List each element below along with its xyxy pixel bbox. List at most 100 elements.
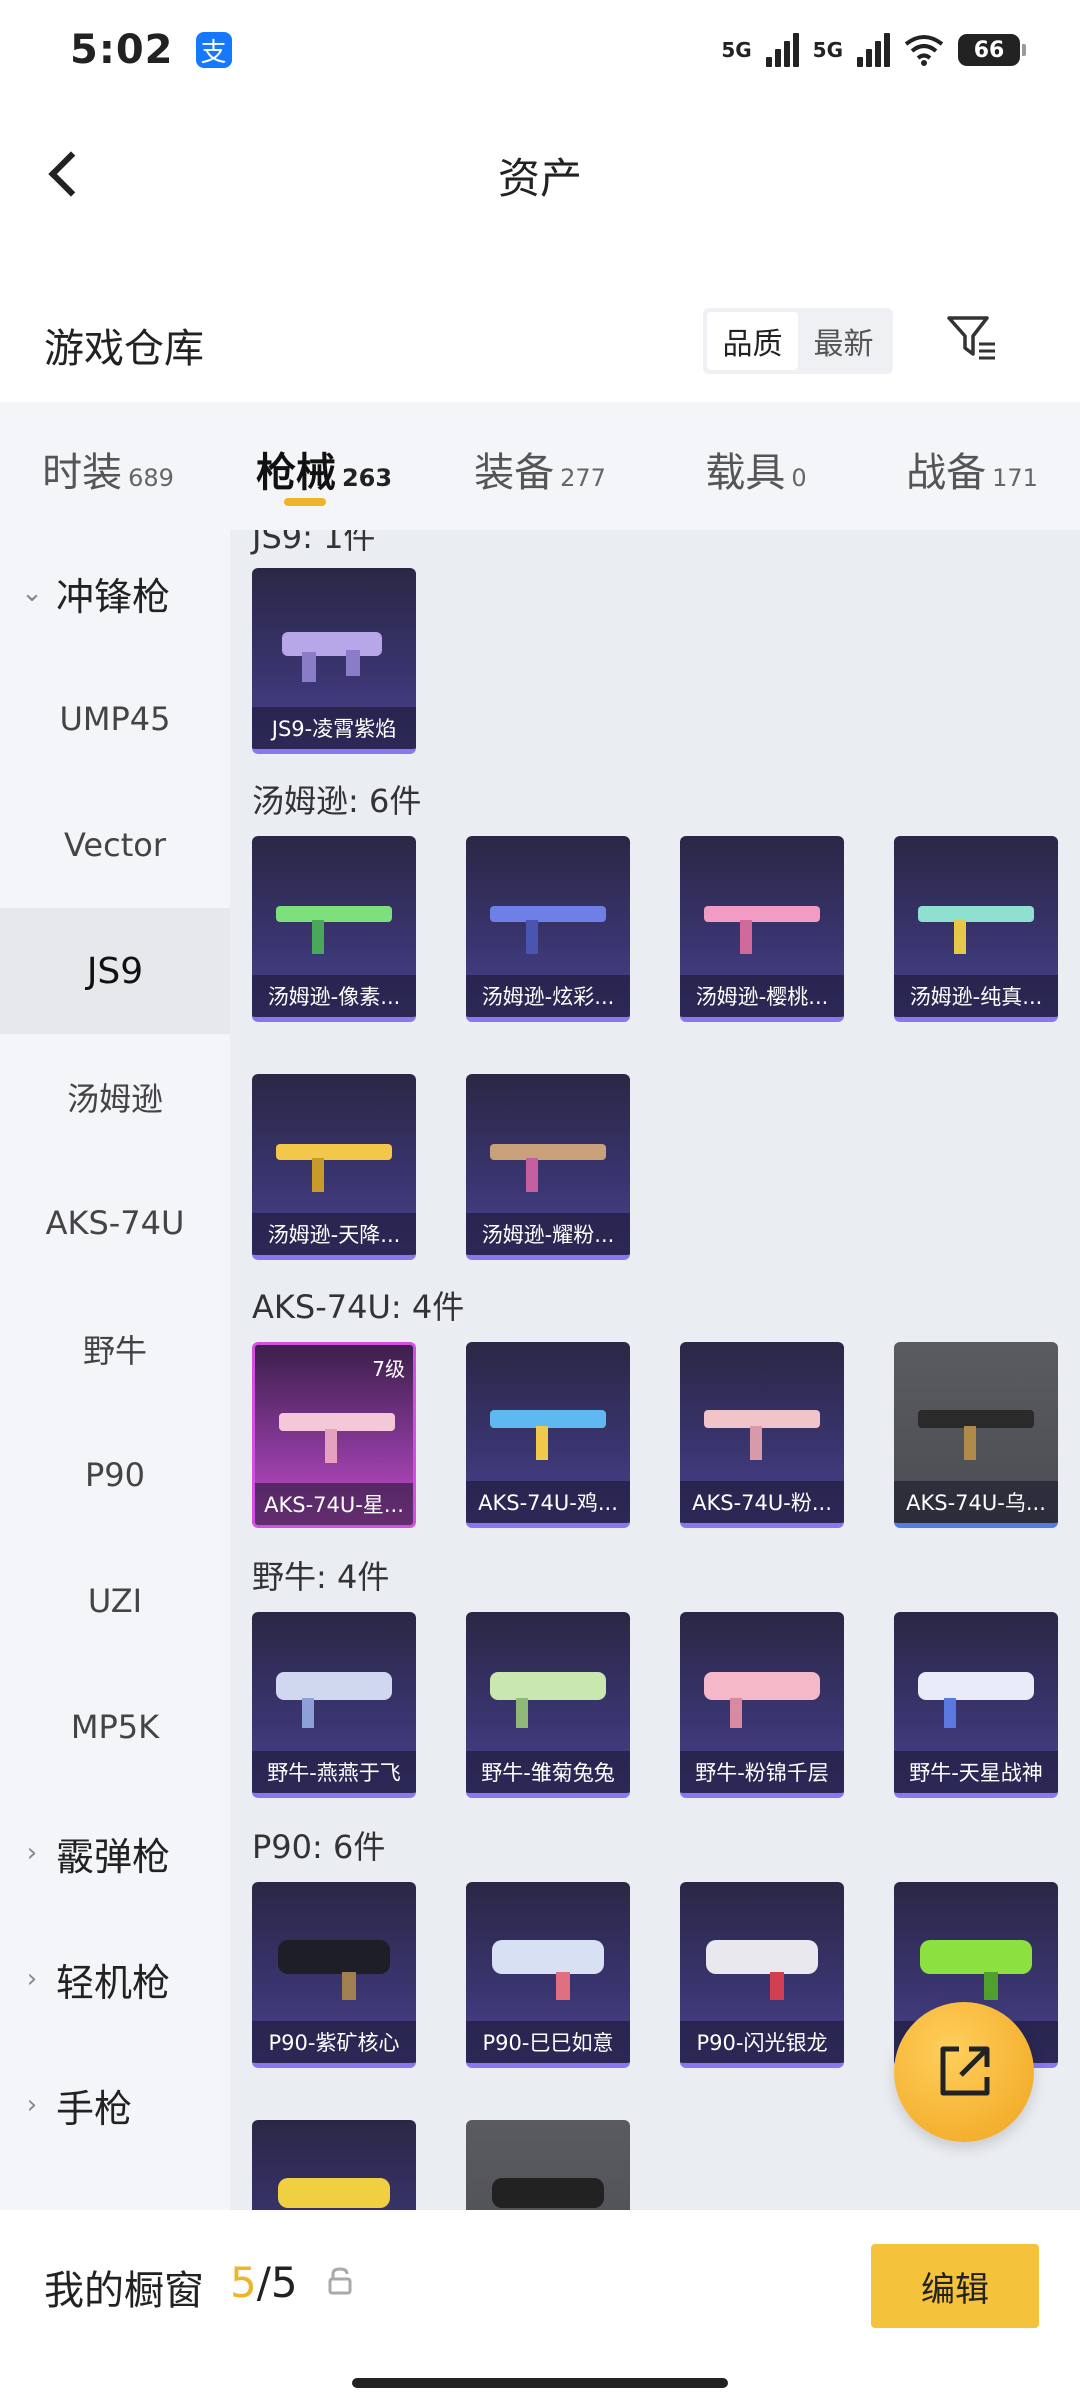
skin-card[interactable]: 汤姆逊-耀粉... [466,1074,630,1260]
skin-name: AKS-74U-粉... [680,1481,844,1523]
skin-card[interactable]: AKS-74U-粉... [680,1342,844,1528]
skin-card[interactable]: AKS-74U-鸡... [466,1342,630,1528]
gun-icon [918,1672,1034,1728]
gun-icon [276,906,392,954]
skin-card[interactable]: 汤姆逊-天降... [252,1074,416,1260]
gun-icon [704,1672,820,1728]
network-5g-label: 5G [721,38,752,62]
tab-equipment[interactable]: 装备 277 [432,402,648,530]
signal-icon-2 [857,33,890,67]
skin-card[interactable]: 野牛-燕燕于飞 [252,1612,416,1798]
tab-count: 689 [128,464,174,492]
skin-card[interactable]: 野牛-雏菊兔兔 [466,1612,630,1798]
skin-card[interactable]: 汤姆逊-纯真... [894,836,1058,1022]
gun-icon [918,1410,1034,1460]
gun-icon [279,1413,395,1463]
back-button[interactable] [36,146,94,202]
sidebar-item-ump45[interactable]: UMP45 [0,656,230,782]
tab-vehicles[interactable]: 载具 0 [648,402,864,530]
tab-tactical[interactable]: 战备 171 [864,402,1080,530]
tab-label: 枪械 [255,450,336,496]
skin-card[interactable]: P90-紫矿核心 [252,1882,416,2068]
tab-fashion[interactable]: 时装 689 [0,402,216,530]
sidebar-group-label: 冲锋枪 [56,574,171,619]
showcase-count: 5/5 [230,2258,298,2307]
tab-label: 战备 [906,450,987,496]
sidebar-group-shotgun[interactable]: › 霰弹枪 [0,1790,230,1916]
gun-icon [282,632,382,682]
skin-name: P90-紫矿核心 [252,2021,416,2063]
skin-name: 野牛-雏菊兔兔 [466,1751,630,1793]
sidebar-group-label: 轻机枪 [56,1960,171,2005]
skin-card[interactable] [252,2120,416,2210]
group-label-aks74u: AKS-74U: 4件 [252,1288,465,1326]
chevron-right-icon: › [26,1838,38,1868]
chevron-right-icon: › [26,2090,38,2120]
skin-card[interactable]: 野牛-粉锦千层 [680,1612,844,1798]
sidebar-group-label: 霰弹枪 [56,1834,171,1879]
sidebar-item-p90[interactable]: P90 [0,1412,230,1538]
skin-name: 野牛-天星战神 [894,1751,1058,1793]
sidebar-item-mp5k[interactable]: MP5K [0,1664,230,1790]
sort-newest-button[interactable]: 最新 [798,312,889,370]
sidebar-group-pistol[interactable]: › 手枪 [0,2042,230,2168]
filter-icon[interactable] [943,310,999,366]
skin-card[interactable] [466,2120,630,2210]
skin-card[interactable]: 7级 AKS-74U-星... [252,1342,416,1528]
edit-button[interactable]: 编辑 [871,2244,1039,2328]
tab-firearms[interactable]: 枪械 263 [216,402,432,530]
sidebar-item-aks74u[interactable]: AKS-74U [0,1160,230,1286]
wifi-icon [904,35,944,66]
group-label-p90: P90: 6件 [252,1828,386,1866]
skin-card[interactable]: P90-巳巳如意 [466,1882,630,2068]
share-icon [940,2046,990,2096]
page-title: 资产 [497,153,582,203]
gun-icon [920,1940,1032,2000]
skin-name: JS9-凌霄紫焰 [252,707,416,749]
status-bar: 5:02 支 5G 5G 66 [0,0,1080,100]
sidebar-item-uzi[interactable]: UZI [0,1538,230,1664]
gun-icon [492,1940,604,2000]
skin-card[interactable]: JS9-凌霄紫焰 [252,568,416,754]
group-label-bizon: 野牛: 4件 [252,1558,390,1596]
showcase-total: 5 [270,2258,298,2307]
signal-icon [765,33,799,67]
sidebar-group-smg[interactable]: ⌄ 冲锋枪 [0,530,230,656]
skin-card[interactable]: 汤姆逊-像素... [252,836,416,1022]
gun-icon [492,2178,604,2208]
skin-card[interactable]: P90-闪光银龙 [680,1882,844,2068]
skin-name: 汤姆逊-炫彩... [466,975,630,1017]
skin-card[interactable]: 汤姆逊-樱桃... [680,836,844,1022]
chevron-right-icon: › [26,1964,38,1994]
tab-count: 277 [560,464,606,492]
chevron-down-icon: ⌄ [21,578,43,608]
skin-card[interactable]: AKS-74U-乌... [894,1342,1058,1528]
skin-name: P90-巳巳如意 [466,2021,630,2063]
sort-quality-button[interactable]: 品质 [707,312,798,370]
skin-card[interactable]: 汤姆逊-炫彩... [466,836,630,1022]
tab-count: 0 [791,464,807,492]
skin-name: 野牛-燕燕于飞 [252,1751,416,1793]
skin-name: 汤姆逊-樱桃... [680,975,844,1017]
weapon-sidebar: ⌄ 冲锋枪 UMP45 Vector JS9 汤姆逊 AKS-74U 野牛 P90… [0,530,230,2210]
skin-name: 野牛-粉锦千层 [680,1751,844,1793]
section-title: 游戏仓库 [44,326,204,372]
showcase-bar: 我的橱窗 5/5 编辑 [0,2210,1080,2400]
sidebar-item-js9[interactable]: JS9 [0,908,230,1034]
sidebar-item-bizon[interactable]: 野牛 [0,1286,230,1412]
share-button[interactable] [894,2002,1034,2142]
alipay-icon: 支 [195,32,232,68]
sidebar-group-lmg[interactable]: › 轻机枪 [0,1916,230,2042]
top-nav: 资产 [0,120,1080,230]
skin-name: AKS-74U-乌... [894,1481,1058,1523]
gun-icon [490,1672,606,1728]
sidebar-item-vector[interactable]: Vector [0,782,230,908]
tab-count: 263 [341,464,393,492]
sidebar-item-thompson[interactable]: 汤姆逊 [0,1034,230,1160]
skin-name: 汤姆逊-天降... [252,1213,416,1255]
skin-card[interactable]: 野牛-天星战神 [894,1612,1058,1798]
gun-icon [918,906,1034,954]
gun-icon [276,1144,392,1192]
tab-label: 时装 [42,450,123,496]
showcase-sep: / [256,2258,271,2307]
